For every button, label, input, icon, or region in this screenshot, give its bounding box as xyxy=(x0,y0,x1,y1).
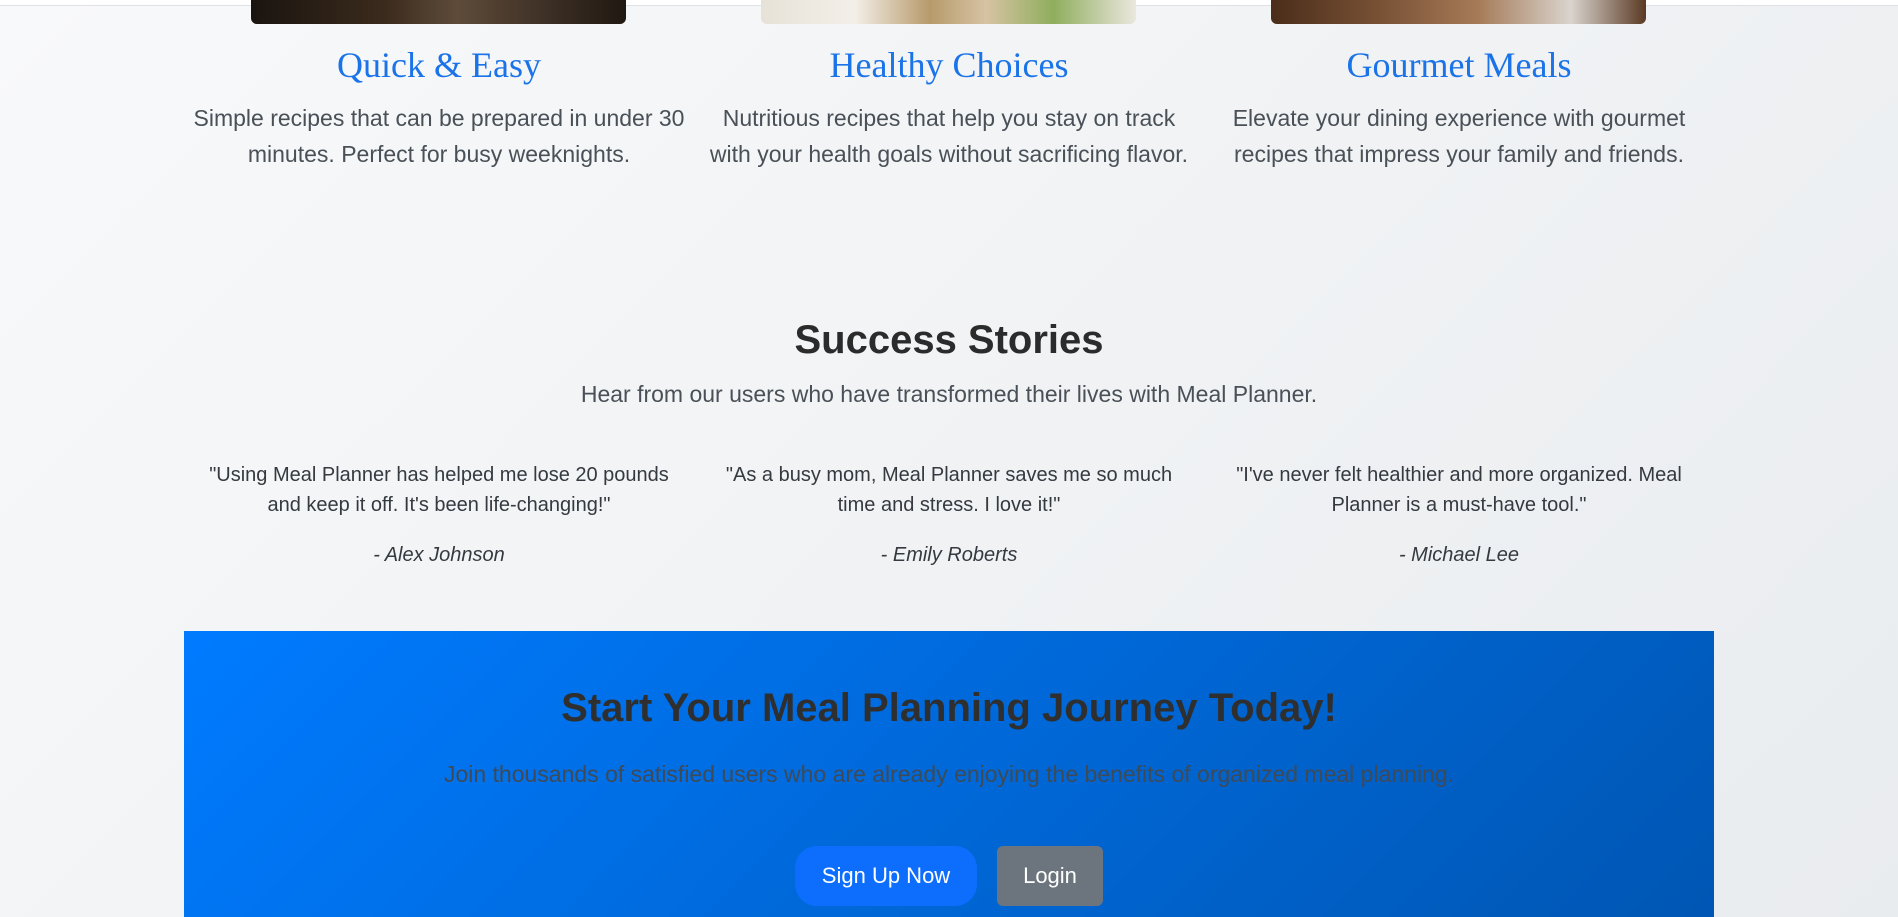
features-section: Quick & Easy Simple recipes that can be … xyxy=(184,0,1714,220)
testimonial-quote: "As a busy mom, Meal Planner saves me so… xyxy=(725,464,1173,516)
testimonial-quote: "Using Meal Planner has helped me lose 2… xyxy=(209,464,669,516)
cta-banner: Start Your Meal Planning Journey Today! … xyxy=(184,631,1714,917)
feature-title: Quick & Easy xyxy=(337,45,541,85)
testimonial-card: "I've never felt healthier and more orga… xyxy=(1204,460,1714,580)
testimonial-card: "Using Meal Planner has helped me lose 2… xyxy=(184,460,694,580)
feature-description: Nutritious recipes that help you stay on… xyxy=(709,105,1189,167)
feature-title: Gourmet Meals xyxy=(1346,45,1572,85)
cta-description: Join thousands of satisfied users who ar… xyxy=(443,761,1455,787)
feature-image-gourmet-meals xyxy=(1271,0,1646,24)
testimonials-list: "Using Meal Planner has helped me lose 2… xyxy=(184,460,1714,580)
success-stories-heading: Success Stories xyxy=(794,318,1104,362)
feature-card-healthy-choices: Healthy Choices Nutritious recipes that … xyxy=(694,0,1204,220)
feature-description: Elevate your dining experience with gour… xyxy=(1232,105,1686,167)
success-stories-subtitle: Hear from our users who have transformed… xyxy=(580,381,1318,407)
feature-title: Healthy Choices xyxy=(829,45,1069,85)
feature-image-quick-easy xyxy=(251,0,626,24)
feature-image-healthy-choices xyxy=(761,0,1136,24)
feature-card-quick-easy: Quick & Easy Simple recipes that can be … xyxy=(184,0,694,220)
testimonial-author: - Alex Johnson xyxy=(373,544,505,566)
feature-description: Simple recipes that can be prepared in u… xyxy=(193,105,685,167)
testimonial-quote: "I've never felt healthier and more orga… xyxy=(1236,464,1682,516)
login-button[interactable]: Login xyxy=(997,846,1103,906)
cta-button-group: Sign Up Now Login xyxy=(184,846,1714,906)
testimonial-card: "As a busy mom, Meal Planner saves me so… xyxy=(694,460,1204,580)
feature-card-gourmet-meals: Gourmet Meals Elevate your dining experi… xyxy=(1204,0,1714,220)
sign-up-button[interactable]: Sign Up Now xyxy=(795,846,977,906)
testimonial-author: - Michael Lee xyxy=(1398,544,1520,566)
testimonial-author: - Emily Roberts xyxy=(880,544,1018,566)
cta-heading: Start Your Meal Planning Journey Today! xyxy=(561,686,1337,730)
